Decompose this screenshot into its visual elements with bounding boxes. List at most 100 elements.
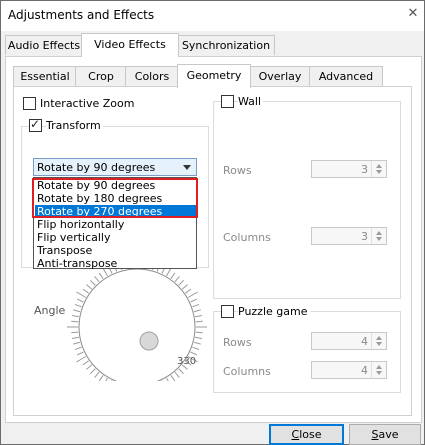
dial-tick	[195, 331, 203, 334]
dropdown-option-anti-transpose[interactable]: Anti-transpose	[35, 257, 197, 270]
dial-tick	[178, 279, 185, 286]
dial-tick	[76, 291, 87, 298]
tab-overlay[interactable]: Overlay	[249, 66, 311, 86]
dropdown-option-flip-horizontally[interactable]: Flip horizontally	[35, 218, 197, 231]
puzzle-rows-label: Rows	[223, 336, 252, 349]
tab-geometry[interactable]: Geometry	[177, 64, 251, 88]
save-button-label: ave	[378, 428, 399, 441]
tab-synchronization[interactable]: Synchronization	[177, 35, 275, 55]
dial-tick	[187, 291, 198, 298]
transform-select-value: Rotate by 90 degrees	[37, 161, 156, 174]
save-button[interactable]: Save	[349, 424, 421, 445]
transform-select[interactable]: Rotate by 90 degrees	[33, 158, 197, 176]
close-window-icon[interactable]: ✕	[406, 7, 420, 21]
dial-tick	[193, 341, 201, 345]
spin-up-icon[interactable]	[376, 365, 382, 369]
dropdown-option-transpose[interactable]: Transpose	[35, 244, 197, 257]
puzzle-rows-value: 4	[361, 335, 368, 348]
dial-tick	[161, 380, 163, 381]
dial-tick	[76, 356, 87, 363]
dropdown-option-flip-vertically[interactable]: Flip vertically	[35, 231, 197, 244]
puzzle-columns-label: Columns	[223, 365, 271, 378]
dial-tick	[76, 298, 84, 303]
dial-tick	[71, 336, 79, 339]
dial-tick	[86, 364, 93, 370]
dial-tick	[111, 380, 113, 381]
wall-columns-spin-buttons[interactable]	[371, 228, 386, 244]
close-button-label: lose	[299, 428, 322, 441]
dial-tick	[195, 315, 203, 318]
wall-columns-label: Columns	[223, 231, 271, 244]
dial-tick	[98, 375, 104, 381]
tab-colors[interactable]: Colors	[125, 66, 179, 86]
tab-crop[interactable]: Crop	[75, 66, 127, 86]
dial-tick	[74, 346, 82, 351]
tab-advanced[interactable]: Advanced	[309, 66, 383, 86]
tab-essential[interactable]: Essential	[13, 66, 77, 86]
puzzle-columns-spin-buttons[interactable]	[371, 362, 386, 378]
dial-tick	[86, 284, 93, 290]
dial-tick	[192, 346, 200, 351]
puzzle-columns-spinbox[interactable]: 4	[311, 361, 387, 379]
dial-tick	[71, 315, 79, 318]
wall-rows-spin-buttons[interactable]	[371, 161, 386, 177]
dial-tick	[190, 298, 198, 303]
wall-rows-spinbox[interactable]: 3	[311, 160, 387, 178]
transform-checkbox[interactable]	[29, 117, 42, 132]
spin-down-icon[interactable]	[376, 237, 382, 241]
tab-video-effects[interactable]: Video Effects	[81, 33, 179, 57]
dial-tick	[74, 303, 82, 308]
dial-tick	[105, 377, 108, 381]
dial-tick	[71, 320, 79, 323]
chevron-down-icon	[183, 165, 191, 170]
wall-rows-label: Rows	[223, 164, 252, 177]
dial-tick	[166, 377, 169, 381]
spin-down-icon[interactable]	[376, 170, 382, 174]
wall-columns-spinbox[interactable]: 3	[311, 227, 387, 245]
dial-tick	[192, 303, 200, 308]
transform-label: Transform	[46, 119, 103, 132]
puzzle-group	[213, 311, 401, 393]
wall-rows-value: 3	[361, 163, 368, 176]
main-tab-bar: Audio Effects Video Effects Synchronizat…	[1, 33, 424, 57]
puzzle-rows-spin-buttons[interactable]	[371, 333, 386, 349]
dial-tick	[193, 309, 201, 313]
puzzle-game-checkbox[interactable]	[221, 305, 234, 318]
puzzle-columns-value: 4	[361, 364, 368, 377]
interactive-zoom-label: Interactive Zoom	[40, 97, 135, 110]
wall-columns-value: 3	[361, 230, 368, 243]
wall-group	[213, 101, 401, 299]
puzzle-game-label: Puzzle game	[238, 305, 310, 318]
tab-audio-effects[interactable]: Audio Effects	[5, 35, 83, 55]
wall-checkbox[interactable]	[221, 95, 234, 108]
annotation-highlight-box	[32, 178, 198, 218]
dial-tick	[94, 276, 100, 283]
adjustments-window: Adjustments and Effects ✕ Audio Effects …	[0, 0, 425, 445]
close-button[interactable]: Close	[269, 424, 344, 445]
dial-tick	[174, 276, 180, 283]
dial-tick	[195, 336, 203, 339]
dial-tick	[76, 351, 84, 356]
window-title: Adjustments and Effects	[8, 8, 155, 22]
wall-label: Wall	[238, 95, 264, 108]
dial-tick	[98, 272, 104, 279]
dial-tick	[185, 288, 192, 294]
dial-tick	[170, 272, 176, 279]
dial-tick	[73, 341, 81, 345]
dial-tick	[82, 360, 89, 366]
spin-up-icon[interactable]	[376, 336, 382, 340]
interactive-zoom-checkbox[interactable]	[23, 97, 36, 110]
puzzle-rows-spinbox[interactable]: 4	[311, 332, 387, 350]
dial-tick	[170, 375, 176, 381]
spin-down-icon[interactable]	[376, 371, 382, 375]
dial-value-label: 330	[177, 356, 197, 367]
dial-tick	[71, 331, 79, 334]
dial-knob[interactable]	[139, 331, 159, 351]
dial-tick	[89, 279, 96, 286]
spin-up-icon[interactable]	[376, 231, 382, 235]
spin-up-icon[interactable]	[376, 164, 382, 168]
dial-tick	[174, 371, 180, 378]
spin-down-icon[interactable]	[376, 342, 382, 346]
dial-tick	[82, 288, 89, 294]
dial-tick	[94, 371, 100, 378]
